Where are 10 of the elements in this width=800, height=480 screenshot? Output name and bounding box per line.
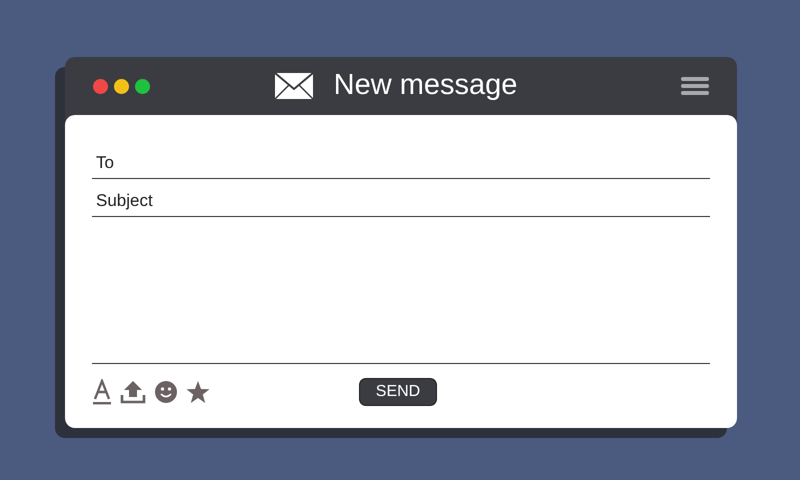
text-format-icon[interactable] xyxy=(92,379,112,405)
send-button[interactable]: SEND xyxy=(359,378,437,406)
upload-icon[interactable] xyxy=(120,380,146,404)
smiley-icon[interactable] xyxy=(154,380,178,404)
input-field[interactable]: To xyxy=(92,141,710,179)
window-title: New message xyxy=(334,68,518,104)
input-field[interactable]: Subject xyxy=(92,179,710,217)
star-icon[interactable] xyxy=(186,380,210,404)
envelope-icon xyxy=(274,72,314,100)
menu-icon[interactable] xyxy=(681,77,709,95)
